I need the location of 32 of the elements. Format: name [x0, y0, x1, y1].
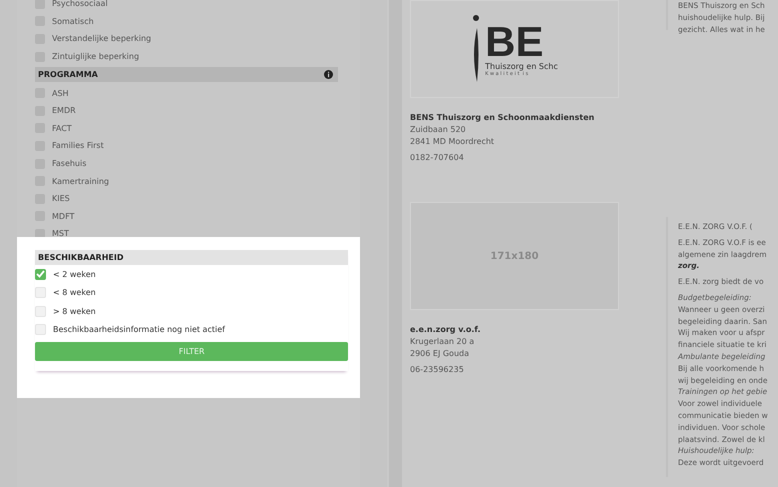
company-name[interactable]: BENS Thuiszorg en Schoonmaakdiensten [410, 112, 620, 124]
checkbox-label: Fasehuis [52, 159, 86, 168]
checkbox-label: Somatisch [52, 16, 94, 26]
logo-text: BE [485, 22, 544, 62]
company-name[interactable]: e.e.n.zorg v.o.f. [410, 324, 620, 336]
checkbox-label: Verstandelijke beperking [52, 34, 152, 44]
street-address: Krugerlaan 20 a [410, 336, 476, 348]
checkbox-label: Kamertraining [52, 176, 110, 186]
checkbox-label: > 8 weken [53, 306, 96, 316]
city-address: 2906 EJ Gouda [410, 348, 470, 360]
section-title: PROGRAMMA [38, 70, 98, 80]
info-icon[interactable] [324, 70, 334, 80]
checkbox[interactable] [35, 268, 46, 280]
checkbox-label: KIES [52, 194, 70, 204]
checkbox-label: < 8 weken [53, 288, 96, 298]
checkbox-label: < 2 weken [53, 270, 96, 279]
checkbox-label: Beschikbaarheidsinformatie nog niet actief [53, 325, 225, 334]
checkbox-label: MDFT [52, 212, 74, 221]
city-address: 2841 MD Moordrecht [410, 136, 496, 148]
checkbox-label: Psychosociaal [52, 0, 108, 8]
checkbox[interactable] [35, 228, 45, 239]
checkbox-label: Families First [52, 141, 104, 150]
street-address: Zuidbaan 520 [410, 124, 467, 136]
logo-subtitle: Thuiszorg en Schc [485, 62, 558, 70]
checkbox-label: MST [52, 229, 69, 238]
checkbox-label: Zintuiglijke beperking [52, 52, 140, 62]
phone-number: 06-23596235 [410, 364, 465, 376]
checkbox-label: FACT [52, 124, 72, 133]
checkbox-label: ASH [52, 88, 69, 98]
section-title: BESCHIKBAARHEID [38, 253, 124, 262]
checkbox-label: EMDR [52, 106, 76, 116]
phone-number: 0182-707604 [410, 152, 465, 164]
